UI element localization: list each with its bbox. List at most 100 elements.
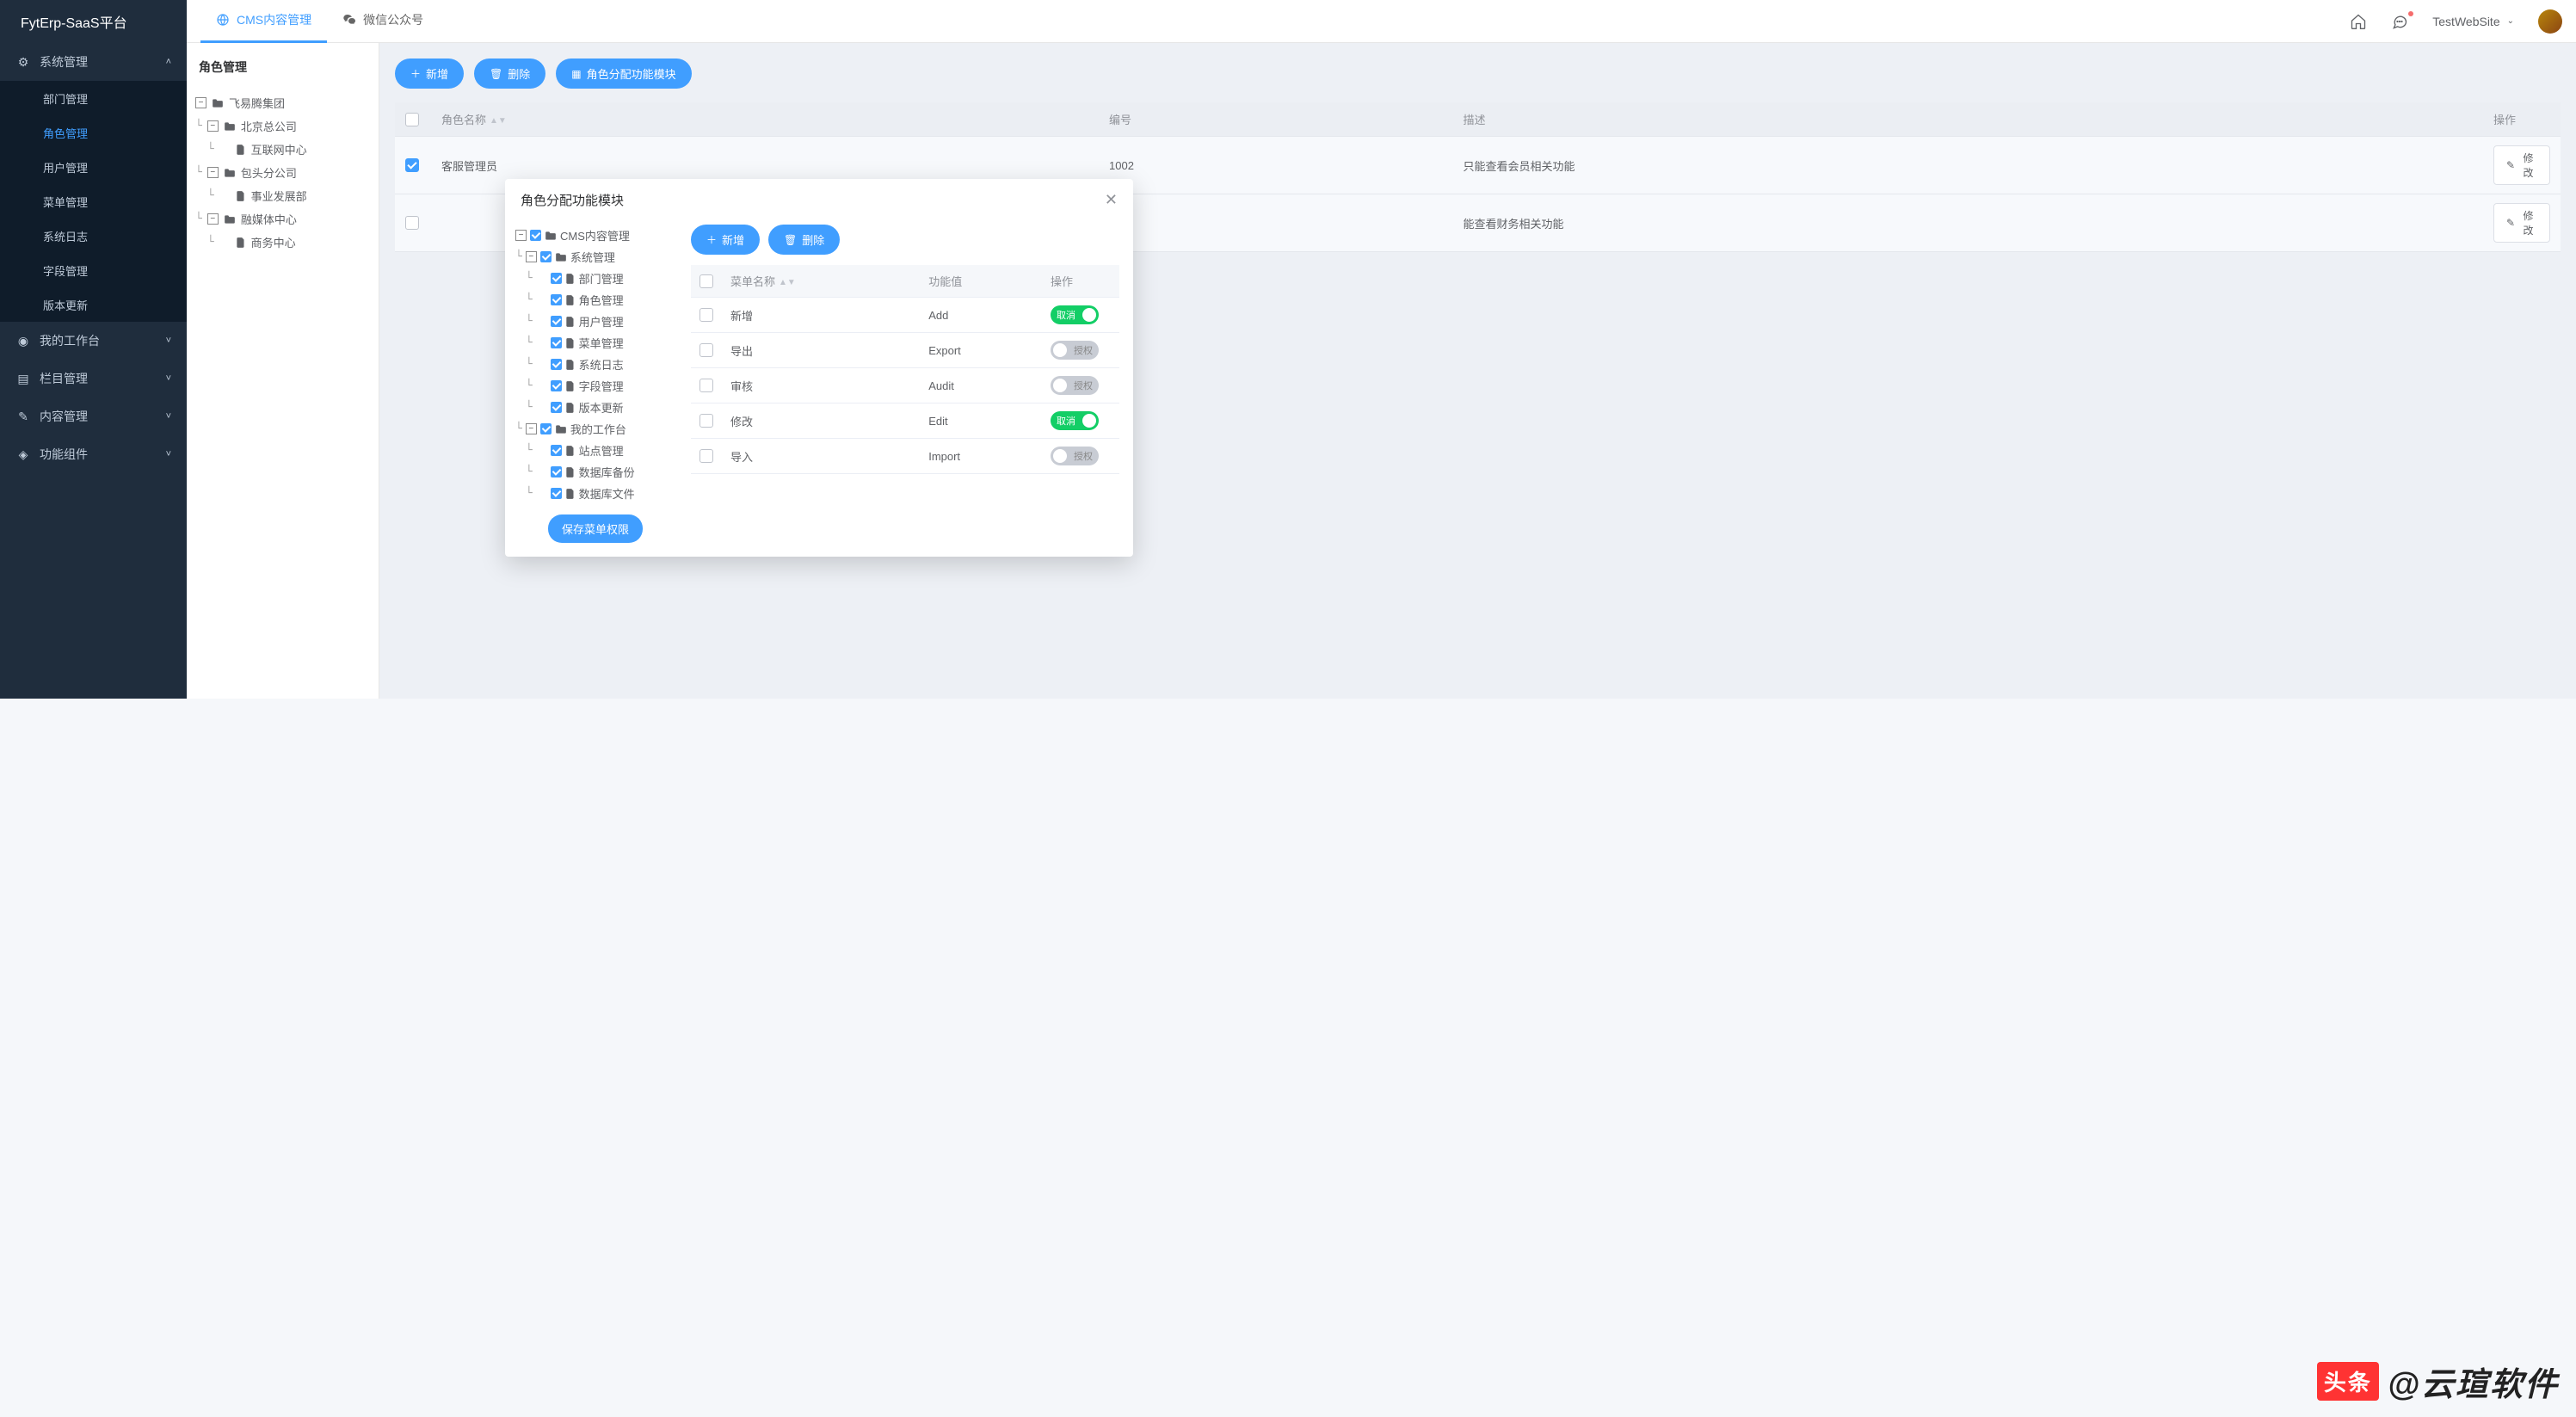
sidebar-item-用户管理[interactable]: 用户管理 (0, 150, 187, 184)
modal-add-button[interactable]: ＋ 新增 (691, 225, 760, 255)
menu-group-功能组件[interactable]: ◈功能组件˅ (0, 435, 187, 473)
tree-node[interactable]: └−融媒体中心 (194, 207, 372, 231)
tree-toggle-icon[interactable]: − (195, 97, 206, 108)
wechat-icon (342, 13, 356, 27)
avatar[interactable] (2538, 9, 2562, 34)
tree-toggle-icon[interactable]: − (207, 167, 219, 178)
org-panel: 角色管理 −飞易腾集团└−北京总公司 └互联网中心└−包头分公司 └事业发展部└… (187, 43, 379, 699)
sort-icon[interactable]: ▲▼ (490, 119, 507, 124)
message-icon[interactable] (2391, 13, 2408, 30)
tree-node[interactable]: └互联网中心 (194, 138, 372, 161)
tree-node[interactable]: └−北京总公司 (194, 114, 372, 138)
tree-checkbox[interactable] (551, 337, 562, 348)
toggle-knob (1082, 414, 1096, 428)
tree-checkbox[interactable] (551, 294, 562, 305)
tree-pipe: └ (526, 293, 533, 306)
user-menu[interactable]: TestWebSite ⌄ (2432, 15, 2514, 28)
tree-toggle-icon[interactable]: − (515, 230, 527, 241)
menu-group-栏目管理[interactable]: ▤栏目管理˅ (0, 360, 187, 397)
tree-toggle-icon[interactable]: − (526, 251, 537, 262)
menu-group-我的工作台[interactable]: ◉我的工作台˅ (0, 322, 187, 360)
tree-node[interactable]: └用户管理 (515, 311, 675, 332)
tree-checkbox[interactable] (551, 273, 562, 284)
tree-pipe (515, 336, 522, 349)
row-checkbox[interactable] (699, 308, 713, 322)
tree-node[interactable]: −飞易腾集团 (194, 91, 372, 114)
tree-checkbox[interactable] (551, 466, 562, 477)
tree-node[interactable]: └数据库备份 (515, 461, 675, 483)
tree-toggle-icon[interactable]: − (207, 120, 219, 132)
tree-node[interactable]: −CMS内容管理 (515, 225, 675, 246)
tree-checkbox[interactable] (540, 423, 552, 434)
toggle-switch[interactable]: 取消 (1051, 411, 1099, 430)
tree-node[interactable]: └版本更新 (515, 397, 675, 418)
row-checkbox[interactable] (699, 449, 713, 463)
sidebar-item-菜单管理[interactable]: 菜单管理 (0, 184, 187, 219)
close-icon[interactable]: ✕ (1105, 191, 1118, 209)
tab-微信公众号[interactable]: 微信公众号 (327, 0, 439, 43)
tree-node[interactable]: └系统日志 (515, 354, 675, 375)
tree-node[interactable]: └字段管理 (515, 375, 675, 397)
save-permission-button[interactable]: 保存菜单权限 (548, 514, 643, 543)
tree-label: 数据库备份 (579, 464, 635, 480)
tree-node[interactable]: └商务中心 (194, 231, 372, 254)
toggle-switch[interactable]: 授权 (1051, 447, 1099, 465)
tree-checkbox[interactable] (530, 230, 541, 241)
tree-checkbox[interactable] (551, 380, 562, 391)
edit-button[interactable]: ✎修改 (2493, 145, 2550, 185)
tree-checkbox[interactable] (551, 316, 562, 327)
home-icon[interactable] (2350, 13, 2367, 30)
toggle-switch[interactable]: 授权 (1051, 341, 1099, 360)
tree-node[interactable]: └部门管理 (515, 268, 675, 289)
sidebar-item-版本更新[interactable]: 版本更新 (0, 287, 187, 322)
tree-toggle-icon[interactable]: − (526, 423, 537, 434)
sidebar-item-字段管理[interactable]: 字段管理 (0, 253, 187, 287)
tree-checkbox[interactable] (551, 402, 562, 413)
tree-label: 字段管理 (579, 378, 624, 394)
sort-icon[interactable]: ▲▼ (779, 280, 796, 286)
tab-CMS内容管理[interactable]: CMS内容管理 (200, 0, 327, 43)
menu-group-label: 功能组件 (40, 446, 88, 463)
gear-icon: ⚙ (15, 55, 31, 70)
cell-func-value: Export (920, 333, 1042, 368)
tree-node[interactable]: └−系统管理 (515, 246, 675, 268)
menu-group-内容管理[interactable]: ✎内容管理˅ (0, 397, 187, 435)
row-checkbox[interactable] (405, 158, 419, 172)
toggle-switch[interactable]: 取消 (1051, 305, 1099, 324)
tree-node[interactable]: └−我的工作台 (515, 418, 675, 440)
tree-node[interactable]: └−包头分公司 (194, 161, 372, 184)
cell-func-value: Audit (920, 368, 1042, 404)
sidebar-item-系统日志[interactable]: 系统日志 (0, 219, 187, 253)
tree-checkbox[interactable] (551, 359, 562, 370)
tree-label: 菜单管理 (579, 335, 624, 351)
menu-group-系统管理[interactable]: ⚙系统管理˄ (0, 43, 187, 81)
sidebar-item-部门管理[interactable]: 部门管理 (0, 81, 187, 115)
edit-button[interactable]: ✎修改 (2493, 203, 2550, 243)
tree-node[interactable]: └数据库文件 (515, 483, 675, 504)
main-menu: ⚙系统管理˄部门管理角色管理用户管理菜单管理系统日志字段管理版本更新◉我的工作台… (0, 43, 187, 699)
tree-pipe: └ (526, 336, 533, 349)
delete-button[interactable]: 🗑 删除 (474, 59, 545, 89)
tree-checkbox[interactable] (540, 251, 552, 262)
tree-checkbox[interactable] (551, 488, 562, 499)
tree-node[interactable]: └事业发展部 (194, 184, 372, 207)
modal-delete-button[interactable]: 🗑 删除 (768, 225, 840, 255)
row-checkbox[interactable] (405, 216, 419, 230)
tree-node[interactable]: └角色管理 (515, 289, 675, 311)
app-logo: FytErp-SaaS平台 (0, 0, 187, 43)
sidebar-item-角色管理[interactable]: 角色管理 (0, 115, 187, 150)
row-checkbox[interactable] (699, 414, 713, 428)
select-all-checkbox[interactable] (405, 113, 419, 126)
tree-toggle-icon[interactable]: − (207, 213, 219, 225)
tree-checkbox[interactable] (551, 445, 562, 456)
row-checkbox[interactable] (699, 343, 713, 357)
select-all-checkbox[interactable] (699, 274, 713, 288)
toggle-switch[interactable]: 授权 (1051, 376, 1099, 395)
add-button[interactable]: ＋ 新增 (395, 59, 464, 89)
cell-menu-name: 审核 (722, 368, 920, 404)
file-icon (565, 337, 576, 349)
assign-button[interactable]: ▦ 角色分配功能模块 (556, 59, 691, 89)
tree-node[interactable]: └ 菜单管理 (515, 332, 675, 354)
tree-node[interactable]: └站点管理 (515, 440, 675, 461)
row-checkbox[interactable] (699, 379, 713, 392)
